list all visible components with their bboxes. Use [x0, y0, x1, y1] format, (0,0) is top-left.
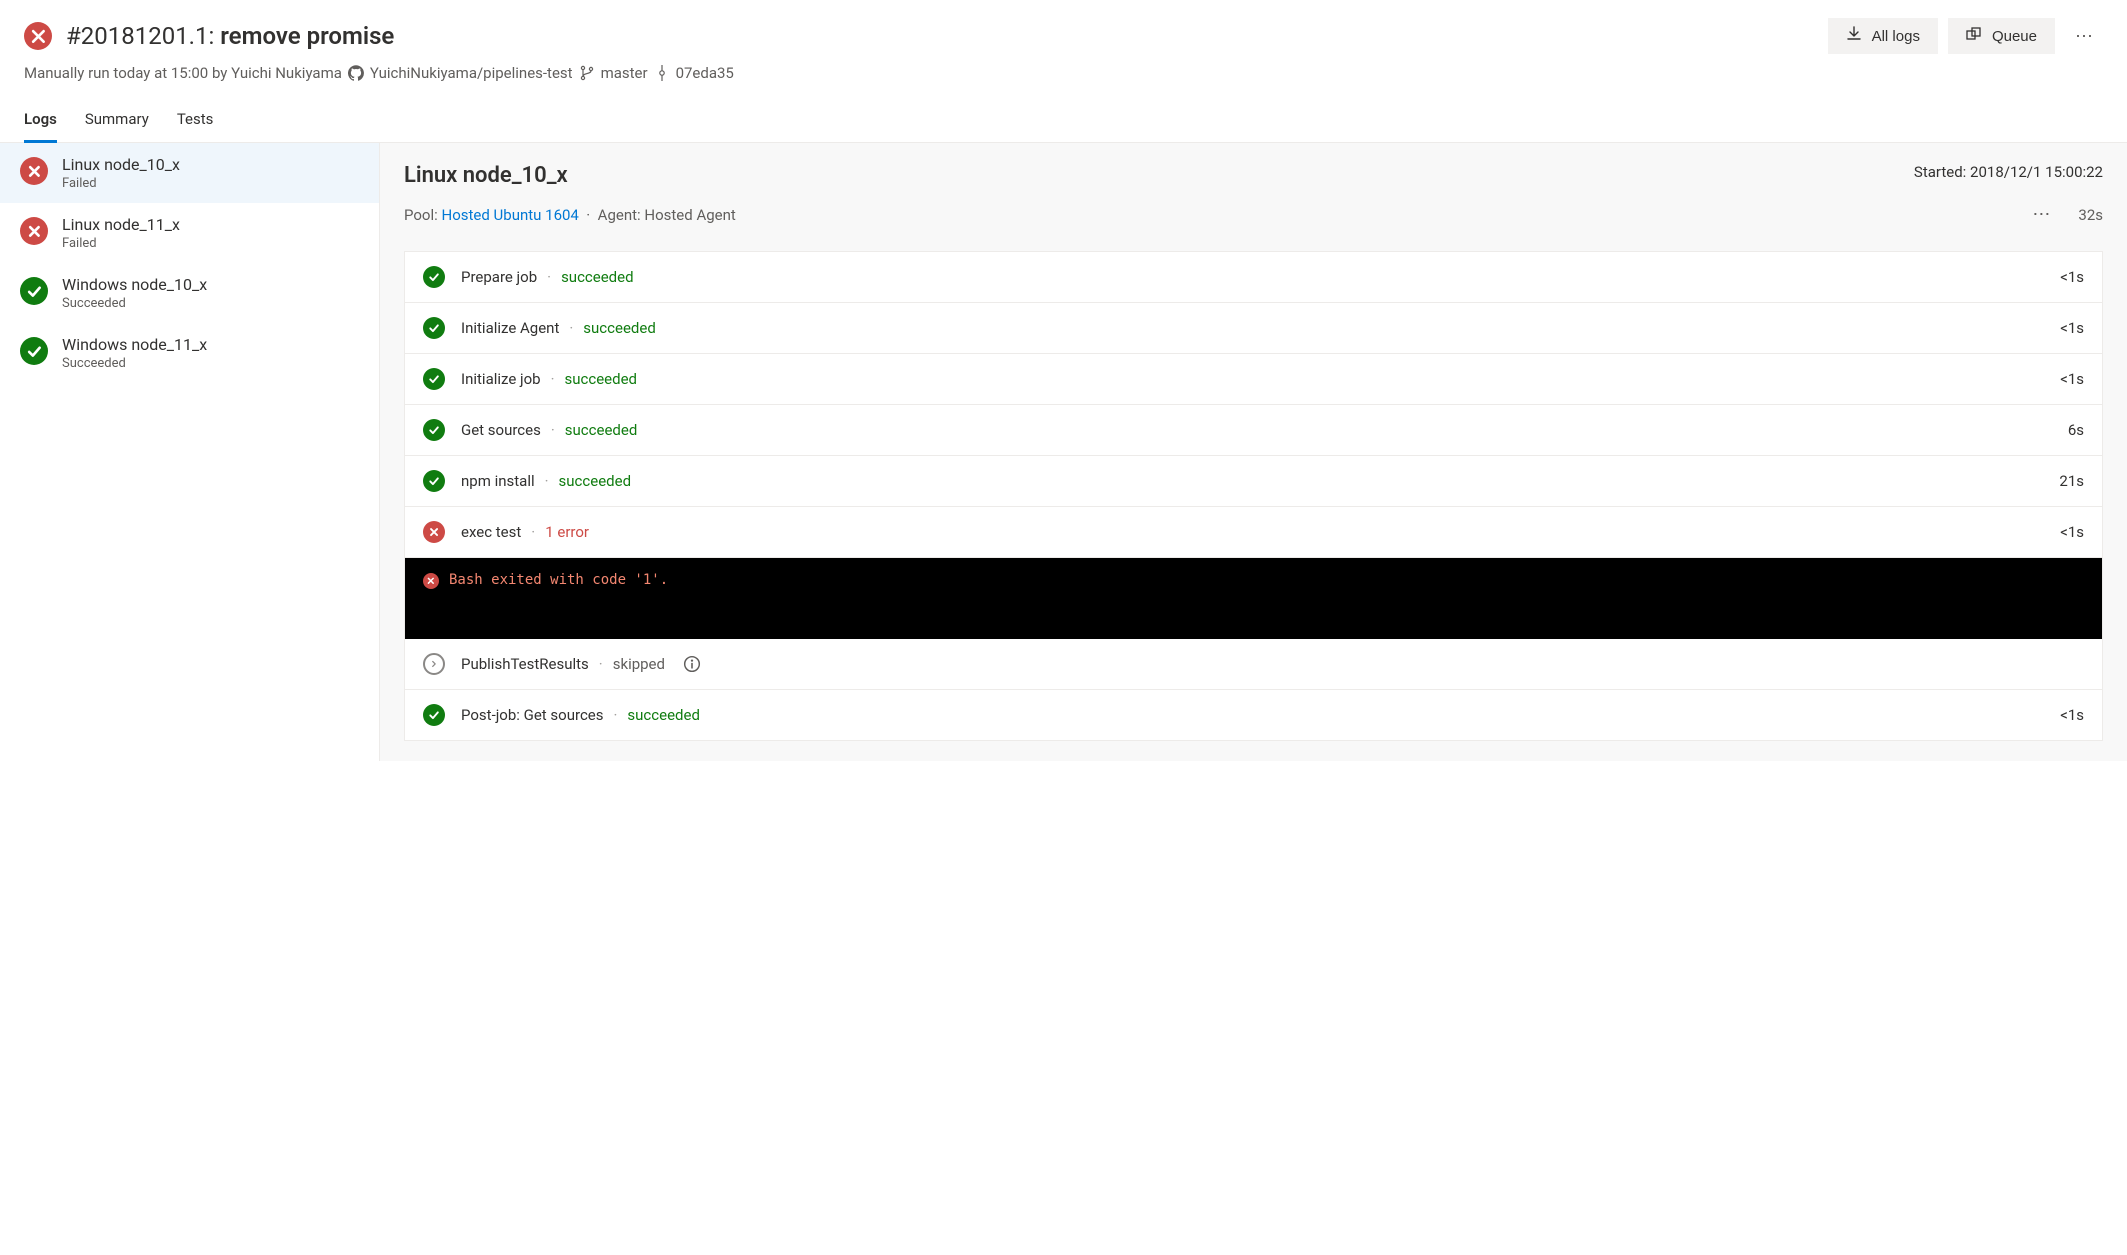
x-icon — [20, 217, 48, 245]
check-icon — [423, 470, 445, 492]
step-result: succeeded — [561, 268, 634, 286]
run-by-text: Manually run today at 15:00 by Yuichi Nu… — [24, 64, 342, 82]
step-result: skipped — [613, 655, 665, 673]
more-actions-button[interactable]: ⋯ — [2065, 20, 2103, 53]
job-name: Linux node_11_x — [62, 215, 180, 234]
page-title: #20181201.1: remove promise — [66, 22, 394, 50]
step-row[interactable]: npm install·succeeded21s — [405, 456, 2102, 507]
queue-icon — [1966, 26, 1982, 46]
step-name: Prepare job — [461, 268, 537, 286]
step-duration: <1s — [2060, 706, 2084, 724]
step-name: exec test — [461, 523, 521, 541]
step-result: succeeded — [583, 319, 656, 337]
check-icon — [423, 266, 445, 288]
job-name: Linux node_10_x — [62, 155, 180, 174]
error-output: Bash exited with code '1'. — [405, 558, 2102, 639]
x-icon — [20, 157, 48, 185]
step-row[interactable]: PublishTestResults·skipped — [405, 639, 2102, 690]
build-title: remove promise — [220, 22, 394, 50]
job-title: Linux node_10_x — [404, 163, 568, 188]
branch-icon — [579, 65, 595, 81]
step-name: Post-job: Get sources — [461, 706, 604, 724]
job-duration: 32s — [2078, 206, 2103, 224]
job-item[interactable]: Windows node_11_x Succeeded — [0, 323, 379, 383]
error-text: Bash exited with code '1'. — [449, 572, 668, 588]
step-row[interactable]: Prepare job·succeeded<1s — [405, 252, 2102, 303]
step-row[interactable]: Initialize Agent·succeeded<1s — [405, 303, 2102, 354]
tab-summary[interactable]: Summary — [85, 110, 149, 143]
step-row[interactable]: Get sources·succeeded6s — [405, 405, 2102, 456]
job-item[interactable]: Linux node_11_x Failed — [0, 203, 379, 263]
commit-icon — [654, 65, 670, 81]
jobs-sidebar: Linux node_10_x Failed Linux node_11_x Fail… — [0, 143, 380, 761]
step-row[interactable]: Post-job: Get sources·succeeded<1s — [405, 690, 2102, 740]
repo-text[interactable]: YuichiNukiyama/pipelines-test — [370, 64, 573, 82]
step-row[interactable]: exec test·1 error<1s — [405, 507, 2102, 558]
build-status-icon — [24, 22, 52, 50]
step-result: succeeded — [565, 421, 638, 439]
commit-text[interactable]: 07eda35 — [676, 64, 734, 82]
download-icon — [1846, 26, 1862, 46]
steps-list: Prepare job·succeeded<1sInitialize Agent… — [404, 251, 2103, 741]
job-started: Started: 2018/12/1 15:00:22 — [1914, 163, 2103, 181]
step-name: npm install — [461, 472, 535, 490]
job-status: Succeeded — [62, 356, 207, 371]
step-result: 1 error — [545, 523, 589, 541]
build-number: #20181201.1: — [66, 22, 214, 50]
tab-logs[interactable]: Logs — [24, 110, 57, 143]
step-duration: <1s — [2060, 370, 2084, 388]
check-icon — [20, 277, 48, 305]
job-status: Succeeded — [62, 296, 207, 311]
skip-icon — [423, 653, 445, 675]
job-status: Failed — [62, 176, 180, 191]
job-name: Windows node_10_x — [62, 275, 207, 294]
step-result: succeeded — [565, 370, 638, 388]
step-row[interactable]: Initialize job·succeeded<1s — [405, 354, 2102, 405]
github-icon — [348, 65, 364, 81]
job-item[interactable]: Linux node_10_x Failed — [0, 143, 379, 203]
step-name: Initialize job — [461, 370, 541, 388]
check-icon — [423, 704, 445, 726]
branch-text[interactable]: master — [601, 64, 648, 82]
all-logs-button[interactable]: All logs — [1828, 18, 1938, 54]
step-duration: <1s — [2060, 268, 2084, 286]
step-result: succeeded — [559, 472, 632, 490]
step-name: PublishTestResults — [461, 655, 589, 673]
step-name: Initialize Agent — [461, 319, 559, 337]
x-icon — [423, 521, 445, 543]
queue-button[interactable]: Queue — [1948, 18, 2055, 54]
check-icon — [20, 337, 48, 365]
job-item[interactable]: Windows node_10_x Succeeded — [0, 263, 379, 323]
step-result: succeeded — [627, 706, 700, 724]
step-duration: <1s — [2060, 319, 2084, 337]
check-icon — [423, 317, 445, 339]
pool-link[interactable]: Hosted Ubuntu 1604 — [442, 206, 579, 224]
pool-agent-text: Pool: Hosted Ubuntu 1604 · Agent: Hosted… — [404, 206, 736, 224]
step-name: Get sources — [461, 421, 541, 439]
check-icon — [423, 368, 445, 390]
step-duration: <1s — [2060, 523, 2084, 541]
check-icon — [423, 419, 445, 441]
step-duration: 6s — [2068, 421, 2084, 439]
job-more-button[interactable]: ⋯ — [2022, 198, 2060, 231]
job-status: Failed — [62, 236, 180, 251]
tab-tests[interactable]: Tests — [177, 110, 214, 143]
error-icon — [423, 573, 439, 589]
info-icon[interactable] — [683, 655, 701, 673]
job-name: Windows node_11_x — [62, 335, 207, 354]
step-duration: 21s — [2059, 472, 2084, 490]
